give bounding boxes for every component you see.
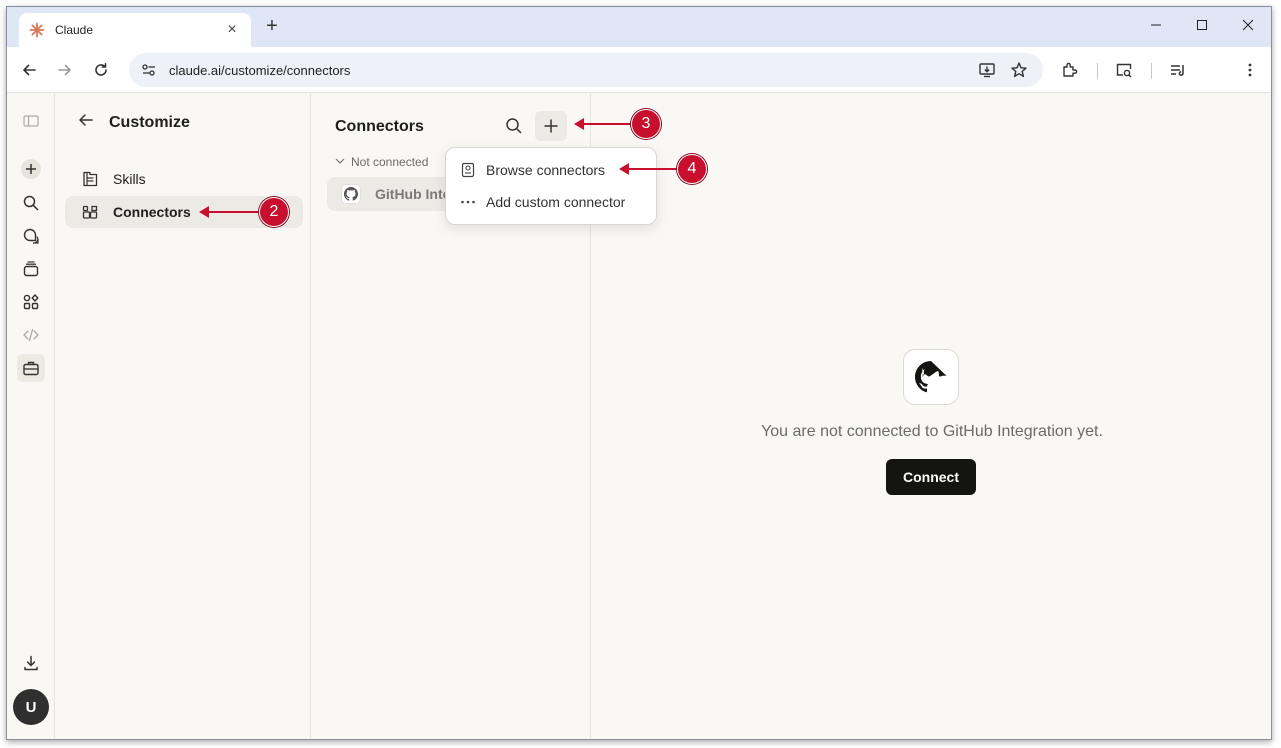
browser-tab[interactable]: Claude ×: [19, 13, 251, 47]
url-text: claude.ai/customize/connectors: [169, 62, 351, 78]
claude-app: U Customize Skills Connectors Connectors…: [7, 93, 1271, 739]
reload-button[interactable]: [89, 58, 113, 82]
left-rail: U: [7, 93, 55, 739]
chats-icon[interactable]: [17, 222, 45, 250]
book-icon: [460, 162, 476, 178]
not-connected-message: You are not connected to GitHub Integrat…: [761, 423, 1103, 440]
nav-item-skills[interactable]: Skills: [65, 163, 303, 195]
code-icon[interactable]: [17, 321, 45, 349]
skills-icon: [81, 170, 99, 188]
annotation-arrow: [574, 118, 632, 130]
connect-button[interactable]: Connect: [886, 459, 976, 495]
connector-detail-panel: You are not connected to GitHub Integrat…: [591, 93, 1271, 739]
reading-list-icon[interactable]: [1167, 59, 1189, 81]
browser-toolbar: claude.ai/customize/connectors: [7, 47, 1271, 93]
customize-header: Customize: [77, 111, 190, 134]
forward-button[interactable]: [53, 58, 77, 82]
toggle-sidebar-icon[interactable]: [17, 107, 45, 135]
new-tab-button[interactable]: +: [261, 15, 283, 37]
maximize-window-button[interactable]: [1179, 7, 1225, 43]
menu-item-label: Browse connectors: [486, 162, 606, 178]
address-bar[interactable]: claude.ai/customize/connectors: [129, 53, 1043, 87]
annotation-arrow: [199, 206, 261, 218]
toolbar-divider: [1097, 63, 1098, 79]
toolbar-divider: [1151, 63, 1152, 79]
annotation-badge: 4: [677, 154, 707, 184]
customize-icon[interactable]: [17, 354, 45, 382]
artifacts-icon[interactable]: [17, 288, 45, 316]
browser-window: Claude × + claude.ai/customize/connector…: [6, 6, 1272, 740]
bookmark-star-icon[interactable]: [1009, 60, 1029, 80]
chevron-down-icon: [335, 156, 345, 169]
not-connected-section[interactable]: Not connected: [335, 155, 428, 169]
install-app-icon[interactable]: [977, 60, 997, 80]
new-chat-icon[interactable]: [17, 155, 45, 183]
nav-item-label: Skills: [113, 171, 146, 187]
customize-panel: Customize Skills Connectors: [55, 93, 311, 739]
github-logo-card: [903, 349, 959, 405]
tab-title: Claude: [55, 23, 94, 37]
annotation-arrow: [619, 163, 679, 175]
section-label: Not connected: [351, 155, 429, 169]
back-arrow-icon[interactable]: [77, 111, 95, 134]
extensions-icon[interactable]: [1059, 59, 1081, 81]
annotation-badge: 2: [259, 197, 289, 227]
minimize-window-button[interactable]: [1133, 7, 1179, 43]
download-icon[interactable]: [17, 649, 45, 677]
connectors-icon: [81, 203, 99, 221]
search-connectors-icon[interactable]: [503, 115, 525, 137]
close-tab-icon[interactable]: ×: [223, 21, 241, 39]
add-connector-button[interactable]: [535, 111, 567, 141]
user-avatar[interactable]: U: [13, 689, 49, 725]
search-icon[interactable]: [17, 189, 45, 217]
browser-menu-icon[interactable]: [1239, 59, 1261, 81]
plus-icon: [544, 119, 558, 133]
github-icon: [341, 184, 361, 204]
annotation-badge: 3: [631, 109, 661, 139]
tab-search-icon[interactable]: [1113, 59, 1135, 81]
close-window-button[interactable]: [1225, 7, 1271, 43]
back-button[interactable]: [17, 58, 41, 82]
site-settings-icon[interactable]: [141, 62, 157, 78]
customize-title: Customize: [109, 113, 190, 131]
claude-logo-icon: [29, 22, 45, 38]
tab-bar: Claude × +: [7, 7, 1271, 47]
github-icon: [915, 361, 947, 393]
more-horizontal-icon: [460, 194, 476, 210]
projects-icon[interactable]: [17, 255, 45, 283]
nav-item-label: Connectors: [113, 204, 191, 220]
connectors-title: Connectors: [335, 118, 424, 135]
